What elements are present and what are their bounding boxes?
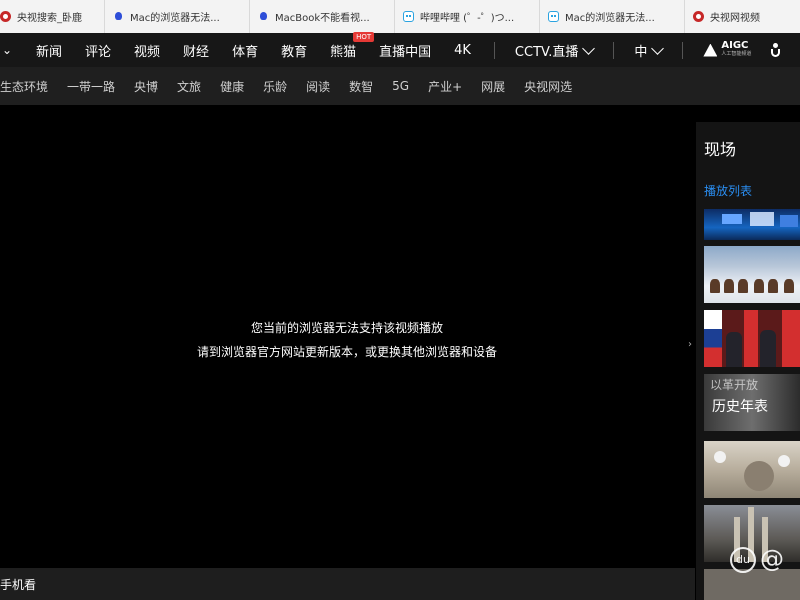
browser-tab[interactable]: 央视搜索_卧鹿 [0,0,105,33]
nav-item-comment[interactable]: 评论 [85,41,111,60]
browser-tab[interactable]: 哔哩哔哩 (゜-゜)つ... [395,0,540,33]
thumbnail-caption: 历史年表 [712,399,768,415]
baidu-icon [113,11,124,22]
bilibili-icon [403,11,414,22]
aigc-link[interactable]: AIGC 人工智能频道 [703,41,751,59]
language-dropdown[interactable]: 中 [634,41,665,60]
nav-item-4k[interactable]: 4K [454,43,471,58]
nav-item-video[interactable]: 视频 [134,41,160,60]
live-sidebar: 现场 播放列表 以革开放 历史年表 [696,122,800,600]
chevron-down-icon [582,41,596,55]
player-bottom-bar: 手机看 [0,568,695,600]
tab-label: 央视网视频 [710,13,760,24]
subnav-item-belt-road[interactable]: 一带一路 [67,78,115,95]
tab-playlist[interactable]: 播放列表 [704,182,752,199]
watermark-text: @ [760,545,784,573]
aigc-sublabel: 人工智能频道 [721,51,752,57]
video-player[interactable]: 您当前的浏览器无法支持该视频播放 请到浏览器官方网站更新版本，或更换其他浏览器和… [0,122,694,568]
baidu-icon [258,11,269,22]
playlist-thumbnail[interactable] [704,310,800,367]
nav-item-sports[interactable]: 体育 [232,41,258,60]
thumbnail-caption: 以革开放 [710,378,759,392]
browser-tab[interactable]: Mac的浏览器无法... [540,0,685,33]
sub-nav: 生态环境 一带一路 央博 文旅 健康 乐龄 阅读 数智 5G 产业+ 网展 央视… [0,67,800,105]
playlist-thumbnail[interactable]: 以革开放 历史年表 [704,374,800,431]
subnav-item-cctv-select[interactable]: 央视网选 [524,78,572,95]
tab-label: 央视搜索_卧鹿 [17,13,82,24]
cctv-icon [0,11,11,22]
unsupported-message: 您当前的浏览器无法支持该视频播放 [250,321,443,335]
nav-item-finance[interactable]: 财经 [183,41,209,60]
subnav-item-senior[interactable]: 乐龄 [263,78,287,95]
watermark-logo: du [730,547,756,573]
nav-item-news[interactable]: 新闻 [36,41,62,60]
chevron-right-icon[interactable]: › [688,339,692,350]
browser-tab[interactable]: 央视网视频 [685,0,800,33]
main-nav: ⌄ 新闻 评论 视频 财经 体育 教育 熊猫 HOT 直播中国 4K CCTV.… [0,31,800,67]
baidu-watermark: du @ [730,545,784,573]
tab-label: Mac的浏览器无法... [130,13,220,24]
playlist-thumbnail[interactable] [704,209,800,240]
nav-divider [493,41,495,59]
chevron-down-icon [651,41,665,55]
cctv-icon [693,11,704,22]
nav-item-panda[interactable]: 熊猫 HOT [330,31,375,60]
tab-label: MacBook不能看视... [275,13,370,24]
subnav-item-5g[interactable]: 5G [392,79,409,93]
nav-item-panda-label: 熊猫 [330,44,357,60]
bilibili-icon [548,11,559,22]
sidebar-title: 现场 [704,140,737,159]
unsupported-hint: 请到浏览器官方网站更新版本，或更换其他浏览器和设备 [196,345,497,359]
aigc-label: AIGC [721,40,749,51]
playlist-thumbnail[interactable] [704,246,800,303]
subnav-item-digital[interactable]: 数智 [349,78,373,95]
tab-label: Mac的浏览器无法... [565,13,655,24]
subnav-item-culture-travel[interactable]: 文旅 [177,78,201,95]
cctv-live-label: CCTV.直播 [514,44,579,60]
spacer [0,105,800,122]
playlist-thumbnail[interactable] [704,441,800,498]
subnav-item-ecology[interactable]: 生态环境 [0,78,48,95]
nav-item-education[interactable]: 教育 [281,41,307,60]
watch-on-phone-link[interactable]: 手机看 [0,576,36,593]
subnav-item-reading[interactable]: 阅读 [306,78,330,95]
hot-badge: HOT [353,31,375,42]
browser-tab-bar: 央视搜索_卧鹿 Mac的浏览器无法... MacBook不能看视... 哔哩哔哩… [0,0,800,34]
language-label: 中 [634,44,648,60]
cctv-live-dropdown[interactable]: CCTV.直播 [514,41,596,60]
subnav-item-industry[interactable]: 产业+ [428,78,462,95]
chevron-down-icon[interactable]: ⌄ [2,43,14,57]
subnav-item-exhibition[interactable]: 网展 [481,78,505,95]
browser-tab[interactable]: MacBook不能看视... [250,0,395,33]
aigc-logo-icon [703,43,718,57]
tab-label: 哔哩哔哩 (゜-゜)つ... [420,13,515,24]
subnav-item-health[interactable]: 健康 [220,78,244,95]
subnav-item-yangbo[interactable]: 央博 [134,78,158,95]
playlist-thumbnail[interactable] [704,569,800,600]
nav-divider [613,41,615,59]
nav-divider [682,41,684,59]
accessibility-icon[interactable] [769,43,783,57]
browser-tab[interactable]: Mac的浏览器无法... [105,0,250,33]
nav-item-live-china[interactable]: 直播中国 [379,41,431,60]
